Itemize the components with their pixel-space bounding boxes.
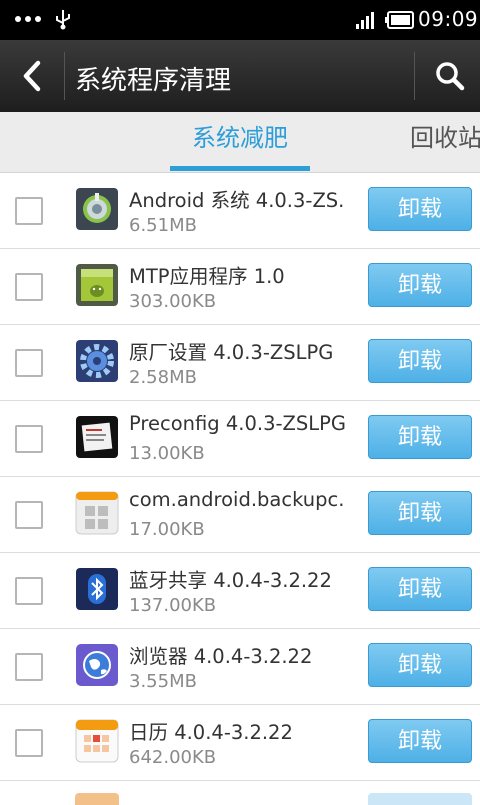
title-bar: 系统程序清理 [0, 40, 480, 113]
list-item[interactable]: 原厂设置 4.0.3-ZSLPG 2.58MB 卸载 [0, 325, 480, 401]
app-name: 蓝牙共享 4.0.4-3.2.22 [129, 569, 332, 592]
backup-grid-icon [75, 491, 119, 535]
uninstall-button[interactable]: 卸载 [368, 339, 472, 383]
tab-bar: 系统减肥 回收站 [0, 112, 480, 173]
list-item[interactable]: Preconfig 4.0.3-ZSLPG 13.00KB 卸载 [0, 401, 480, 477]
page-title: 系统程序清理 [75, 66, 232, 96]
app-size: 17.00KB [129, 519, 205, 540]
chevron-left-icon [23, 60, 41, 92]
uninstall-button[interactable]: 卸载 [368, 187, 472, 231]
select-checkbox[interactable] [15, 653, 43, 681]
select-checkbox[interactable] [15, 197, 43, 225]
uninstall-button[interactable]: 卸载 [368, 719, 472, 763]
app-size: 3.55MB [129, 671, 197, 692]
app-size: 2.58MB [129, 367, 197, 388]
active-tab-indicator [170, 166, 310, 171]
list-item[interactable]: 蓝牙共享 4.0.4-3.2.22 137.00KB 卸载 [0, 553, 480, 629]
app-name: 浏览器 4.0.4-3.2.22 [129, 645, 313, 668]
app-size: 137.00KB [129, 595, 217, 616]
app-name: 日历 4.0.4-3.2.22 [129, 721, 293, 744]
list-item[interactable]: Android 系统 4.0.3-ZS. 6.51MB 卸载 [0, 173, 480, 249]
uninstall-button[interactable]: 卸载 [368, 263, 472, 307]
app-size: 13.00KB [129, 443, 205, 464]
tab-recycle-bin[interactable]: 回收站 [410, 112, 480, 172]
uninstall-button[interactable]: 卸载 [368, 643, 472, 687]
more-dots-icon [15, 16, 41, 22]
tab-system-slimming[interactable]: 系统减肥 [170, 112, 310, 172]
browser-globe-icon [76, 644, 118, 686]
app-list[interactable]: Android 系统 4.0.3-ZS. 6.51MB 卸载 MTP应用程序 1… [0, 173, 480, 805]
app-name: 原厂设置 4.0.3-ZSLPG [129, 341, 334, 364]
divider [64, 52, 65, 100]
list-item[interactable]: 日历 4.0.4-3.2.22 642.00KB 卸载 [0, 705, 480, 781]
app-size: 303.00KB [129, 291, 217, 312]
list-item[interactable]: com.android.backupc. 17.00KB 卸载 [0, 477, 480, 553]
android-system-icon [76, 188, 118, 230]
android-package-icon [76, 264, 118, 306]
signal-icon [356, 12, 374, 29]
preconfig-icon [76, 416, 118, 458]
uninstall-button[interactable]: 卸载 [368, 491, 472, 535]
app-size: 6.51MB [129, 215, 197, 236]
app-name: Android 系统 4.0.3-ZS. [129, 189, 345, 212]
list-item-partial[interactable] [0, 781, 480, 805]
select-checkbox[interactable] [15, 729, 43, 757]
select-checkbox[interactable] [15, 577, 43, 605]
back-button[interactable] [0, 40, 64, 112]
select-checkbox[interactable] [15, 425, 43, 453]
clock-time: 09:09 [418, 7, 479, 31]
list-item[interactable]: 浏览器 4.0.4-3.2.22 3.55MB 卸载 [0, 629, 480, 705]
usb-icon [56, 10, 70, 30]
list-item[interactable]: MTP应用程序 1.0 303.00KB 卸载 [0, 249, 480, 325]
gear-settings-icon [76, 340, 118, 382]
select-checkbox[interactable] [15, 273, 43, 301]
calendar-icon [75, 719, 119, 763]
app-icon-partial [75, 793, 119, 805]
uninstall-button[interactable]: 卸载 [368, 415, 472, 459]
search-button[interactable] [415, 40, 480, 112]
select-checkbox[interactable] [15, 501, 43, 529]
status-bar: 09:09 [0, 0, 480, 40]
app-size: 642.00KB [129, 747, 217, 768]
search-icon [436, 62, 465, 91]
app-name: Preconfig 4.0.3-ZSLPG [129, 412, 346, 435]
battery-icon [385, 11, 414, 29]
uninstall-button-partial[interactable] [368, 793, 472, 805]
app-name: com.android.backupc. [129, 488, 345, 511]
uninstall-button[interactable]: 卸载 [368, 567, 472, 611]
app-name: MTP应用程序 1.0 [129, 265, 285, 288]
select-checkbox[interactable] [15, 349, 43, 377]
bluetooth-icon [76, 568, 118, 610]
